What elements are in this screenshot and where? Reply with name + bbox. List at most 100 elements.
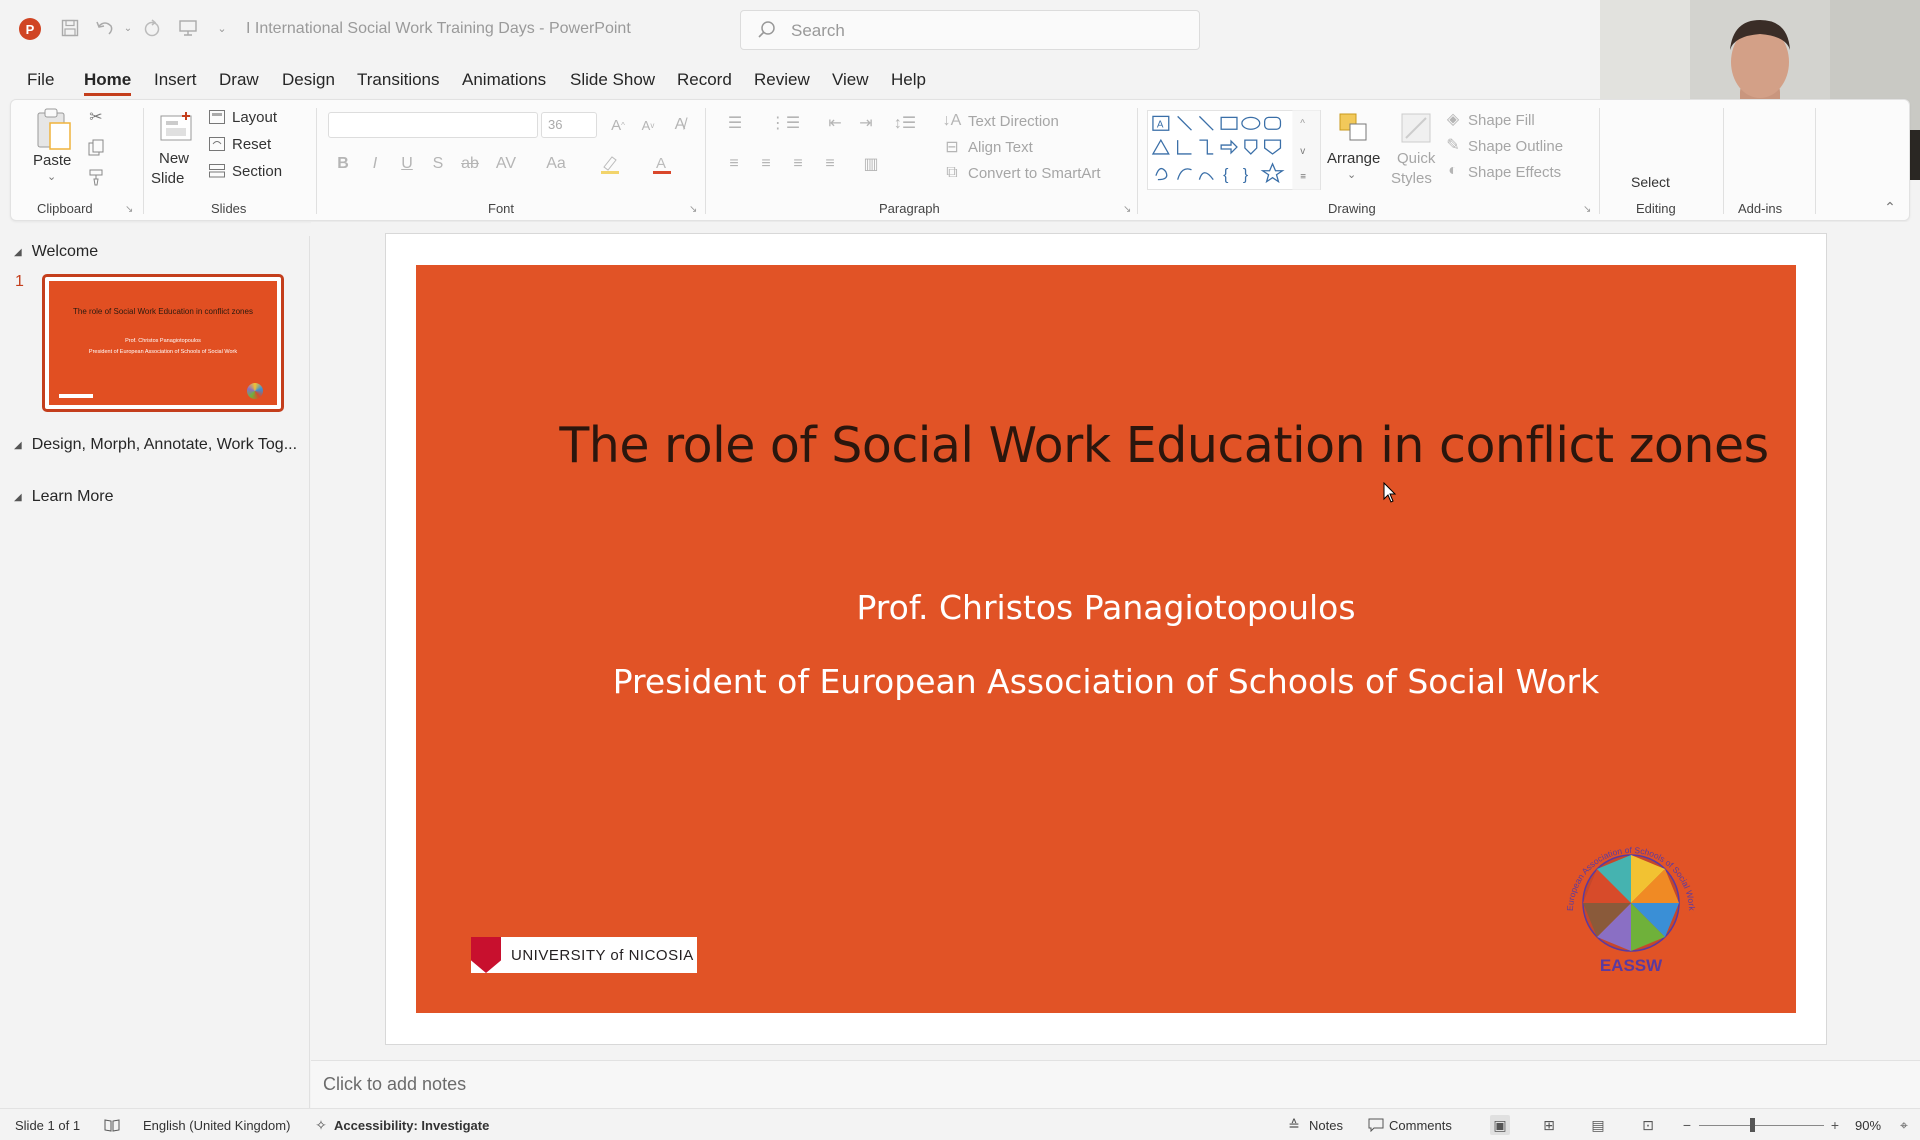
line-spacing-icon[interactable]: ↕☰ — [887, 112, 923, 134]
quick-styles-button-line2[interactable]: Styles — [1391, 170, 1432, 187]
decrease-indent-icon[interactable]: ⇤ — [823, 112, 847, 134]
university-of-nicosia-logo[interactable]: UNIVERSITY of NICOSIA — [471, 937, 697, 973]
change-case-icon[interactable]: Aa — [541, 154, 571, 174]
paragraph-launcher-icon[interactable]: ↘ — [1123, 204, 1131, 215]
reset-icon[interactable] — [208, 135, 226, 153]
character-spacing-icon[interactable]: AV — [491, 154, 521, 174]
convert-smartart-button[interactable]: Convert to SmartArt — [968, 165, 1101, 182]
increase-indent-icon[interactable]: ⇥ — [854, 112, 878, 134]
eassw-logo[interactable]: European Association of Schools of Socia… — [1561, 841, 1701, 981]
quick-styles-button[interactable]: Quick — [1397, 150, 1435, 167]
customize-qat-icon[interactable]: ⌄ — [211, 17, 233, 39]
accessibility-icon[interactable]: ✧ — [311, 1115, 331, 1135]
align-text-icon[interactable]: ⊟ — [943, 138, 961, 156]
paste-icon[interactable] — [33, 106, 73, 152]
slide-role[interactable]: President of European Association of Sch… — [416, 662, 1796, 701]
font-color-icon[interactable]: A — [648, 154, 678, 174]
tab-record[interactable]: Record — [677, 70, 732, 90]
strikethrough-icon[interactable]: ab — [459, 154, 481, 174]
paste-button[interactable]: Paste — [33, 152, 71, 169]
fit-to-window-icon[interactable]: ⌖ — [1894, 1115, 1914, 1135]
redo-icon[interactable] — [141, 17, 163, 39]
tab-help[interactable]: Help — [891, 70, 926, 90]
shape-effects-icon[interactable]: ◐ — [1443, 162, 1463, 180]
collapse-triangle-icon[interactable]: ◢ — [14, 247, 22, 258]
tab-transitions[interactable]: Transitions — [357, 70, 440, 90]
tab-file[interactable]: File — [27, 70, 54, 90]
slide-sorter-icon[interactable]: ⊞ — [1539, 1115, 1559, 1135]
clipboard-launcher-icon[interactable]: ↘ — [125, 204, 133, 215]
zoom-slider-thumb[interactable] — [1750, 1118, 1755, 1132]
slide-author[interactable]: Prof. Christos Panagiotopoulos — [416, 588, 1796, 627]
language-indicator[interactable]: English (United Kingdom) — [143, 1118, 290, 1133]
layout-button[interactable]: Layout — [232, 109, 277, 126]
shape-fill-button[interactable]: Shape Fill — [1468, 112, 1535, 129]
zoom-out-icon[interactable]: − — [1677, 1115, 1697, 1135]
text-direction-button[interactable]: Text Direction — [968, 113, 1059, 130]
section-icon[interactable] — [208, 162, 226, 180]
slide-title[interactable]: The role of Social Work Education in con… — [416, 417, 1796, 474]
comments-button[interactable]: Comments — [1389, 1118, 1452, 1133]
zoom-in-icon[interactable]: + — [1825, 1115, 1845, 1135]
drawing-launcher-icon[interactable]: ↘ — [1583, 204, 1591, 215]
font-launcher-icon[interactable]: ↘ — [689, 204, 697, 215]
zoom-level[interactable]: 90% — [1855, 1118, 1881, 1133]
tab-home[interactable]: Home — [84, 70, 132, 96]
tab-draw[interactable]: Draw — [219, 70, 259, 90]
text-shadow-icon[interactable]: S — [428, 154, 448, 174]
shape-effects-button[interactable]: Shape Effects — [1468, 164, 1561, 181]
shrink-font-icon[interactable]: Av — [637, 114, 659, 136]
zoom-slider[interactable] — [1699, 1125, 1824, 1126]
tab-animations[interactable]: Animations — [462, 70, 546, 90]
slide[interactable]: The role of Social Work Education in con… — [416, 265, 1796, 1013]
numbering-icon[interactable]: ⋮☰ — [767, 112, 803, 134]
notes-toggle-button[interactable]: Notes — [1309, 1118, 1343, 1133]
cut-icon[interactable]: ✂ — [85, 106, 107, 128]
highlight-color-icon[interactable] — [596, 154, 626, 174]
format-painter-icon[interactable] — [85, 166, 107, 188]
collapse-triangle-icon[interactable]: ◢ — [14, 440, 22, 451]
clear-formatting-icon[interactable]: A̸ — [669, 114, 691, 136]
shape-outline-icon[interactable]: ✎ — [1443, 136, 1463, 154]
notes-placeholder[interactable]: Click to add notes — [323, 1074, 466, 1095]
shapes-gallery[interactable]: A {} ^ v ≡ — [1147, 110, 1321, 190]
presenter-icon[interactable] — [177, 17, 199, 39]
justify-icon[interactable]: ≡ — [819, 154, 841, 174]
tab-view[interactable]: View — [832, 70, 869, 90]
font-size-combo[interactable]: 36 — [541, 112, 597, 138]
text-direction-icon[interactable]: ↓A — [943, 112, 962, 130]
tab-insert[interactable]: Insert — [154, 70, 197, 90]
save-icon[interactable] — [59, 17, 81, 39]
bullets-icon[interactable]: ☰ — [717, 112, 753, 134]
undo-dropdown-icon[interactable]: ⌄ — [117, 17, 139, 39]
arrange-dropdown-icon[interactable]: ⌄ — [1347, 168, 1356, 181]
section-welcome[interactable]: ◢ Welcome — [14, 243, 98, 261]
smartart-icon[interactable]: ⧉ — [943, 164, 961, 182]
align-text-button[interactable]: Align Text — [968, 139, 1033, 156]
reset-button[interactable]: Reset — [232, 136, 271, 153]
collapse-ribbon-icon[interactable]: ⌃ — [1881, 198, 1899, 216]
section-design-morph[interactable]: ◢ Design, Morph, Annotate, Work Tog... — [14, 436, 297, 454]
italic-icon[interactable]: I — [365, 154, 385, 174]
arrange-button[interactable]: Arrange — [1327, 150, 1380, 167]
font-name-combo[interactable] — [328, 112, 538, 138]
quick-styles-icon[interactable] — [1396, 108, 1436, 148]
search-input[interactable]: Search — [740, 10, 1200, 50]
copy-icon[interactable] — [85, 137, 107, 159]
tab-slide-show[interactable]: Slide Show — [570, 70, 655, 90]
normal-view-icon[interactable]: ▣ — [1490, 1115, 1510, 1135]
paste-dropdown-icon[interactable]: ⌄ — [47, 170, 56, 183]
spelling-check-icon[interactable] — [102, 1115, 122, 1135]
bold-icon[interactable]: B — [333, 154, 353, 174]
section-learn-more[interactable]: ◢ Learn More — [14, 488, 114, 506]
slide-thumbnail[interactable]: The role of Social Work Education in con… — [42, 274, 284, 412]
columns-icon[interactable]: ▥ — [851, 154, 891, 174]
tab-review[interactable]: Review — [754, 70, 810, 90]
layout-icon[interactable] — [208, 108, 226, 126]
notes-icon[interactable]: ≙ — [1284, 1115, 1304, 1135]
align-left-icon[interactable]: ≡ — [723, 154, 745, 174]
new-slide-button[interactable]: New — [159, 150, 189, 167]
section-button[interactable]: Section — [232, 163, 282, 180]
new-slide-button-line2[interactable]: Slide — [151, 170, 184, 187]
arrange-icon[interactable] — [1334, 108, 1374, 148]
